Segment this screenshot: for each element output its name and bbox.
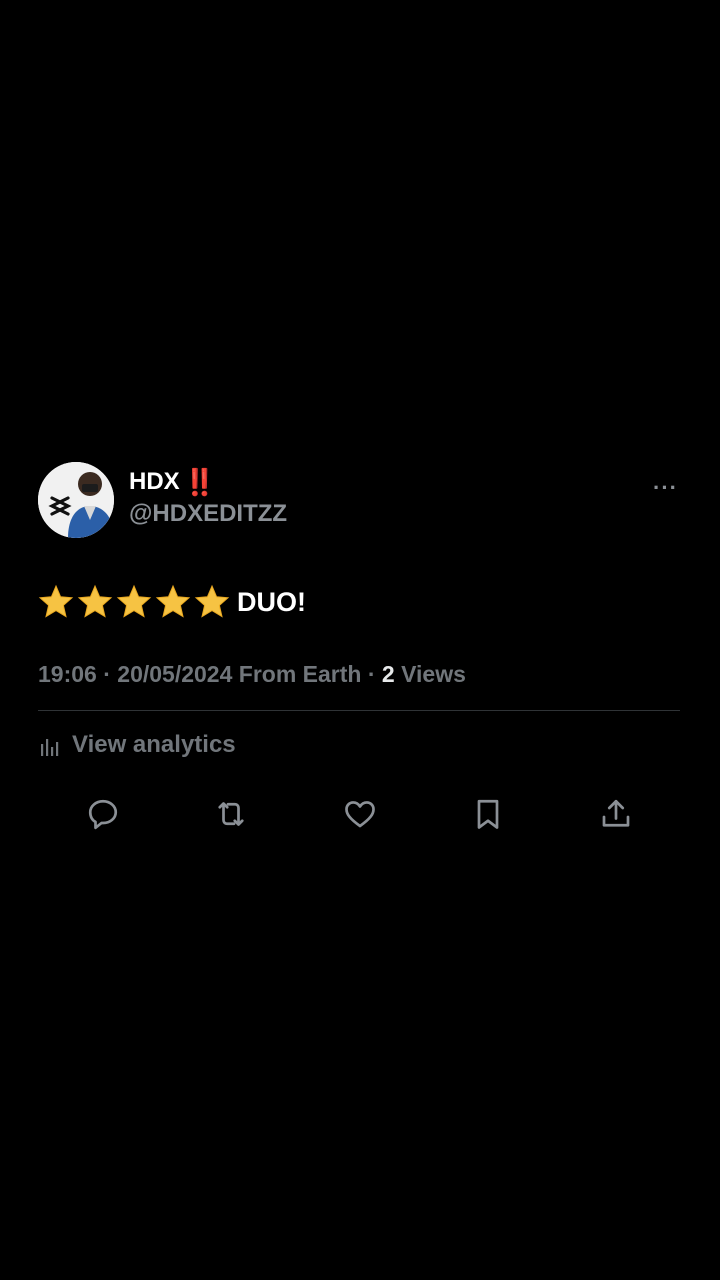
tweet-text: DUO! xyxy=(38,583,680,621)
like-button[interactable] xyxy=(340,794,380,834)
double-exclamation-icon: ‼️ xyxy=(183,467,216,497)
views-count: 2 xyxy=(381,661,395,687)
author-display-name[interactable]: HDX ‼️ xyxy=(129,467,287,497)
avatar[interactable] xyxy=(38,462,114,538)
share-upload-icon xyxy=(602,799,630,827)
reply-button[interactable] xyxy=(83,794,123,834)
star-icon xyxy=(38,584,74,618)
meta-separator: · xyxy=(103,661,111,687)
star-icon xyxy=(77,584,113,618)
more-options-icon[interactable]: ··· xyxy=(653,475,678,501)
screen: HDX ‼️ @HDXEDITZZ ··· DUO! 19:06 · 20/05… xyxy=(0,0,720,1280)
view-analytics-link[interactable]: View analytics xyxy=(38,729,680,761)
analytics-bar-icon xyxy=(41,739,59,756)
star-icon xyxy=(194,584,230,618)
tweet-action-bar xyxy=(38,794,680,834)
heart-icon xyxy=(345,801,375,828)
repost-icon xyxy=(218,802,244,826)
tweet-header: HDX ‼️ @HDXEDITZZ ··· xyxy=(38,461,680,539)
star-icon xyxy=(155,584,191,618)
meta-separator: · xyxy=(367,661,376,687)
bookmark-button[interactable] xyxy=(468,794,508,834)
capcut-logo-avatar-icon xyxy=(38,462,114,538)
share-button[interactable] xyxy=(596,794,636,834)
display-name-text[interactable]: HDX xyxy=(129,467,180,497)
author-handle[interactable]: @HDXEDITZZ xyxy=(129,499,287,529)
tweet-meta: 19:06 · 20/05/2024 From Earth · 2 Views xyxy=(38,659,680,689)
author-names: HDX ‼️ @HDXEDITZZ xyxy=(129,467,287,529)
divider xyxy=(38,710,680,711)
tweet-date-source[interactable]: 20/05/2024 From Earth xyxy=(117,661,361,687)
bookmark-icon xyxy=(477,799,499,829)
star-icon xyxy=(116,584,152,618)
tweet-time[interactable]: 19:06 xyxy=(38,661,97,687)
tweet-card: HDX ‼️ @HDXEDITZZ ··· DUO! 19:06 · 20/05… xyxy=(38,461,680,761)
speech-bubble-icon xyxy=(88,799,118,830)
repost-button[interactable] xyxy=(211,794,251,834)
tweet-content-text: DUO! xyxy=(237,586,306,617)
view-analytics-label[interactable]: View analytics xyxy=(72,731,236,759)
views-label: Views xyxy=(401,661,466,687)
